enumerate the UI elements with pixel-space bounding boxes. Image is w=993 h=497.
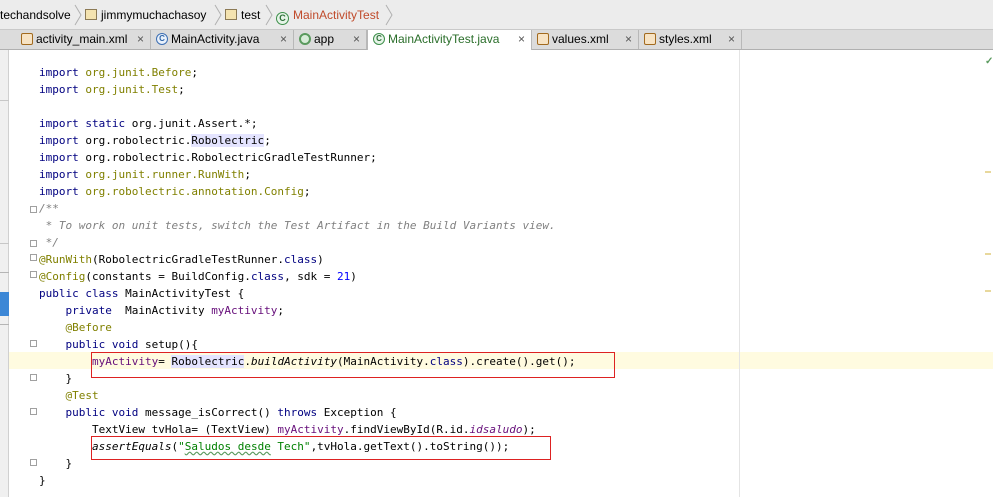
highlight-box-build-activity — [91, 352, 615, 378]
code-line: public void setup(){ — [39, 338, 198, 351]
code-line: @Before — [39, 321, 112, 334]
tool-strip-divider — [0, 243, 9, 244]
class-icon: C — [156, 33, 168, 45]
highlight-box-assert-equals — [91, 436, 551, 460]
xml-file-icon — [537, 33, 549, 45]
editor-tab-bar: activity_main.xml × C MainActivity.java … — [0, 30, 993, 50]
code-line: import org.junit.Test; — [39, 83, 185, 96]
xml-file-icon — [644, 33, 656, 45]
fold-toggle-icon[interactable] — [30, 408, 37, 415]
code-line: @RunWith(RobolectricGradleTestRunner.cla… — [39, 253, 324, 266]
tab-mainactivity-java[interactable]: C MainActivity.java × — [151, 30, 294, 49]
navigation-breadcrumb: techandsolve jimmymuchachasoy test C Main… — [0, 0, 993, 30]
breadcrumb-separator-icon — [385, 4, 393, 26]
code-line: public class MainActivityTest { — [39, 287, 245, 300]
fold-toggle-icon[interactable] — [30, 340, 37, 347]
code-line: import org.robolectric.annotation.Config… — [39, 185, 311, 198]
code-line: import static org.junit.Assert.*; — [39, 117, 258, 130]
tab-activity-main-xml[interactable]: activity_main.xml × — [16, 30, 151, 49]
test-class-icon: C — [276, 12, 289, 25]
error-stripe-marker[interactable] — [985, 290, 991, 292]
code-line: @Test — [39, 389, 99, 402]
tool-window-button[interactable] — [0, 292, 9, 316]
tool-strip-divider — [0, 100, 9, 101]
inspection-ok-icon[interactable]: ✓ — [985, 56, 993, 67]
code-line: */ — [39, 236, 59, 249]
tab-app[interactable]: app × — [294, 30, 367, 49]
code-line: /** — [39, 202, 59, 215]
fold-toggle-icon[interactable] — [30, 206, 37, 213]
tab-label: values.xml — [552, 32, 609, 46]
right-margin-guide — [739, 50, 740, 497]
code-line: } — [39, 474, 46, 487]
code-line: @Config(constants = BuildConfig.class, s… — [39, 270, 357, 283]
breadcrumb-file[interactable]: C MainActivityTest — [276, 6, 379, 25]
test-class-icon: C — [373, 33, 385, 45]
tab-values-xml[interactable]: values.xml × — [532, 30, 639, 49]
breadcrumb-separator-icon — [265, 4, 273, 26]
close-icon[interactable]: × — [625, 30, 632, 48]
fold-toggle-icon[interactable] — [30, 240, 37, 247]
close-icon[interactable]: × — [137, 30, 144, 48]
code-editor[interactable]: import org.junit.Before; import org.juni… — [39, 64, 575, 489]
breadcrumb-module[interactable]: jimmymuchachasoy — [85, 6, 206, 24]
fold-toggle-icon[interactable] — [30, 254, 37, 261]
folder-icon — [225, 9, 237, 20]
code-line: import org.junit.Before; — [39, 66, 198, 79]
code-line: public void message_isCorrect() throws E… — [39, 406, 397, 419]
left-tool-strip[interactable] — [0, 50, 9, 497]
code-line: import org.junit.runner.RunWith; — [39, 168, 251, 181]
folder-icon — [85, 9, 97, 20]
tab-label: styles.xml — [659, 32, 712, 46]
close-icon[interactable]: × — [353, 30, 360, 48]
close-icon[interactable]: × — [518, 30, 525, 48]
tool-strip-divider — [0, 272, 9, 273]
error-stripe-marker[interactable] — [985, 253, 991, 255]
breadcrumb-project[interactable]: techandsolve — [0, 6, 71, 24]
code-line: import org.robolectric.Robolectric; — [39, 134, 271, 147]
breadcrumb-folder[interactable]: test — [225, 6, 260, 24]
close-icon[interactable]: × — [728, 30, 735, 48]
tab-mainactivitytest-java[interactable]: C MainActivityTest.java × — [367, 30, 532, 50]
code-line: import org.robolectric.RobolectricGradle… — [39, 151, 377, 164]
tab-label: MainActivity.java — [171, 32, 260, 46]
breadcrumb-separator-icon — [214, 4, 222, 26]
code-line: * To work on unit tests, switch the Test… — [39, 219, 556, 232]
breadcrumb-separator-icon — [74, 4, 82, 26]
tool-strip-divider — [0, 324, 9, 325]
code-line: private MainActivity myActivity; — [39, 304, 285, 317]
fold-toggle-icon[interactable] — [30, 271, 37, 278]
tab-label: app — [314, 32, 335, 46]
tab-label: activity_main.xml — [36, 32, 128, 46]
tab-styles-xml[interactable]: styles.xml × — [639, 30, 742, 49]
app-module-icon — [299, 33, 311, 45]
fold-toggle-icon[interactable] — [30, 374, 37, 381]
xml-file-icon — [21, 33, 33, 45]
close-icon[interactable]: × — [280, 30, 287, 48]
tab-label: MainActivityTest.java — [388, 32, 500, 46]
error-stripe-marker[interactable] — [985, 171, 991, 173]
fold-toggle-icon[interactable] — [30, 459, 37, 466]
